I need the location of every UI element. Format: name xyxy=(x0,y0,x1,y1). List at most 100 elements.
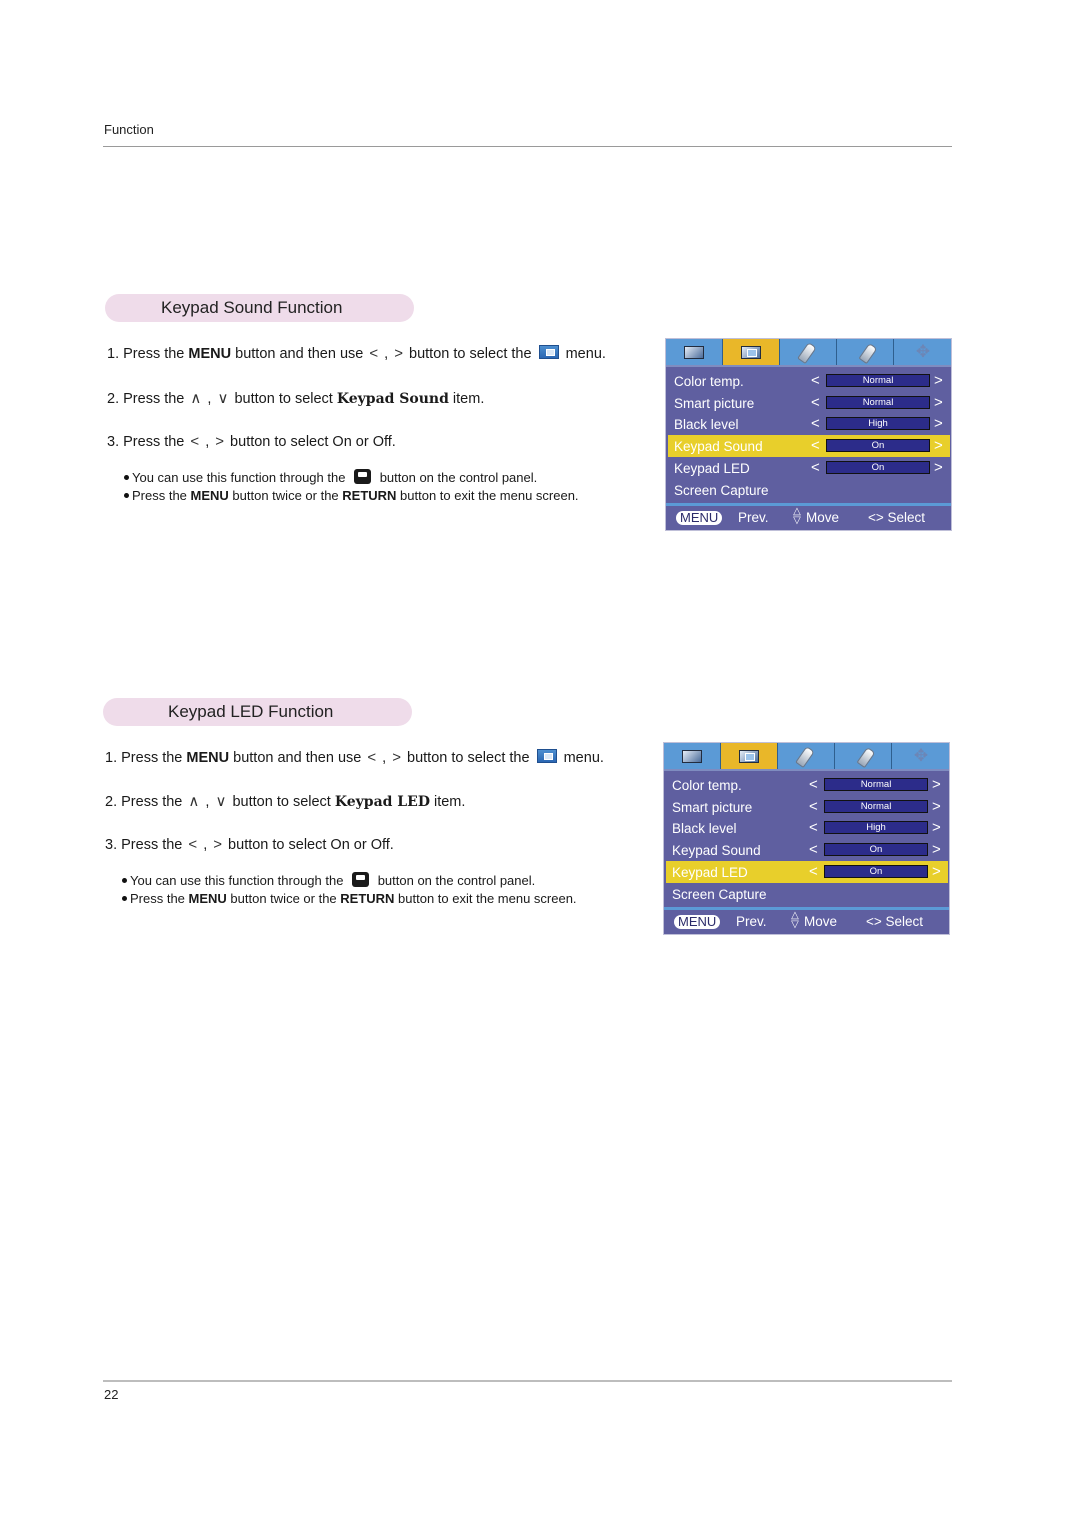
osd-tab-tags[interactable] xyxy=(837,339,894,365)
right-chevron-icon[interactable]: > xyxy=(932,819,941,836)
osd-row-color-temp[interactable]: Color temp. < Normal > xyxy=(668,370,950,392)
separator: , xyxy=(380,346,393,362)
tags-tab-icon xyxy=(856,746,876,769)
osd-row-keypad-led[interactable]: Keypad LED < On > xyxy=(666,861,948,883)
picture-tab-icon xyxy=(741,346,761,359)
row-label: Color temp. xyxy=(674,374,744,389)
step-1: 1. Press the MENU button and then use < … xyxy=(105,749,604,766)
right-chevron-icon[interactable]: > xyxy=(934,437,943,454)
osd-tab-bar: ✥ xyxy=(666,339,951,365)
row-value: High xyxy=(826,417,930,430)
right-arrow-glyph: > xyxy=(392,749,401,766)
footer-rule xyxy=(103,1380,952,1382)
row-label: Keypad Sound xyxy=(672,843,761,858)
step-number: 3. xyxy=(107,434,120,450)
left-chevron-icon[interactable]: < xyxy=(811,394,820,411)
step-number: 3. xyxy=(105,837,118,853)
left-chevron-icon[interactable]: < xyxy=(809,819,818,836)
left-chevron-icon[interactable]: < xyxy=(809,863,818,880)
osd-tab-screen[interactable] xyxy=(666,339,723,365)
step-text: Press the xyxy=(121,837,187,853)
tags-tab-icon xyxy=(858,342,878,365)
left-arrow-glyph: < xyxy=(367,749,377,766)
step-text: Press the xyxy=(121,750,187,766)
move-tab-icon: ✥ xyxy=(915,342,931,361)
left-chevron-icon[interactable]: < xyxy=(809,841,818,858)
osd-footer: MENU Prev. △ ▽ Move <> Select xyxy=(666,506,951,530)
left-chevron-icon[interactable]: < xyxy=(811,372,820,389)
right-chevron-icon[interactable]: > xyxy=(932,863,941,880)
osd-row-smart-picture[interactable]: Smart picture < Normal > xyxy=(666,796,948,818)
osd-tab-tags[interactable] xyxy=(835,743,892,769)
right-chevron-icon[interactable]: > xyxy=(934,372,943,389)
osd-row-color-temp[interactable]: Color temp. < Normal > xyxy=(666,774,948,796)
step-text: button to select On or Off. xyxy=(224,837,394,853)
osd-tab-move[interactable]: ✥ xyxy=(894,339,951,365)
menu-key-badge: MENU xyxy=(676,511,723,525)
osd-row-keypad-led[interactable]: Keypad LED < On > xyxy=(668,457,950,479)
step-3: 3. Press the < , > button to select On o… xyxy=(105,836,394,853)
select-hint: <> Select xyxy=(866,914,924,929)
left-chevron-icon[interactable]: < xyxy=(811,459,820,476)
osd-row-keypad-sound[interactable]: Keypad Sound < On > xyxy=(666,839,948,861)
left-arrow-glyph: < xyxy=(369,345,379,362)
step-text: button and then use xyxy=(231,346,368,362)
step-text: menu. xyxy=(561,346,606,362)
section-title-text: Keypad LED Function xyxy=(168,702,334,721)
osd-menu: ✥ Color temp. < Normal > Smart picture <… xyxy=(665,338,952,531)
note-2: Press the MENU button twice or the RETUR… xyxy=(122,891,577,906)
osd-tab-tag[interactable] xyxy=(780,339,837,365)
row-value: Normal xyxy=(824,800,928,813)
picture-menu-icon xyxy=(536,749,557,764)
note-1: You can use this function through the bu… xyxy=(122,872,535,889)
left-chevron-icon[interactable]: < xyxy=(811,437,820,454)
step-text: Press the xyxy=(121,794,187,810)
note-text: button twice or the xyxy=(228,488,343,503)
menu-keyword: MENU xyxy=(186,750,230,766)
osd-tab-picture[interactable] xyxy=(721,743,778,769)
step-1: 1. Press the MENU button and then use < … xyxy=(107,345,606,362)
return-keyword: RETURN xyxy=(342,488,397,503)
left-chevron-icon[interactable]: < xyxy=(811,415,820,432)
row-value: On xyxy=(826,461,930,474)
osd-row-screen-capture[interactable]: Screen Capture xyxy=(668,479,950,501)
row-value: On xyxy=(826,439,930,452)
separator: , xyxy=(203,391,216,407)
control-panel-button-icon xyxy=(352,872,370,888)
row-label: Color temp. xyxy=(672,778,742,793)
step-text: menu. xyxy=(559,750,604,766)
prev-hint: Prev. xyxy=(736,914,767,929)
right-chevron-icon[interactable]: > xyxy=(934,415,943,432)
osd-tab-screen[interactable] xyxy=(664,743,721,769)
item-keyword: Keypad Sound xyxy=(336,391,449,407)
osd-tab-tag[interactable] xyxy=(778,743,835,769)
step-text: item. xyxy=(448,391,485,407)
tag-tab-icon xyxy=(797,341,817,365)
right-chevron-icon[interactable]: > xyxy=(932,776,941,793)
row-value: High xyxy=(824,821,928,834)
right-chevron-icon[interactable]: > xyxy=(932,841,941,858)
osd-row-black-level[interactable]: Black level < High > xyxy=(666,817,948,839)
osd-row-black-level[interactable]: Black level < High > xyxy=(668,413,950,435)
left-chevron-icon[interactable]: < xyxy=(809,776,818,793)
right-arrow-glyph: > xyxy=(213,836,223,853)
left-arrow-glyph: < xyxy=(188,836,198,853)
step-text: Press the xyxy=(123,434,189,450)
row-label: Keypad Sound xyxy=(674,439,763,454)
right-chevron-icon[interactable]: > xyxy=(934,394,943,411)
step-text: item. xyxy=(429,794,466,810)
osd-row-keypad-sound[interactable]: Keypad Sound < On > xyxy=(668,435,950,457)
left-arrow-glyph: < xyxy=(190,433,200,450)
step-text: button to select the xyxy=(407,750,534,766)
osd-tab-picture[interactable] xyxy=(723,339,780,365)
osd-row-screen-capture[interactable]: Screen Capture xyxy=(666,883,948,905)
return-keyword: RETURN xyxy=(340,891,395,906)
osd-row-smart-picture[interactable]: Smart picture < Normal > xyxy=(668,392,950,414)
osd-tab-move[interactable]: ✥ xyxy=(892,743,949,769)
right-chevron-icon[interactable]: > xyxy=(934,459,943,476)
step-text: button to select xyxy=(228,794,335,810)
left-chevron-icon[interactable]: < xyxy=(809,798,818,815)
row-label: Screen Capture xyxy=(674,483,769,498)
tag-tab-icon xyxy=(795,745,815,769)
right-chevron-icon[interactable]: > xyxy=(932,798,941,815)
